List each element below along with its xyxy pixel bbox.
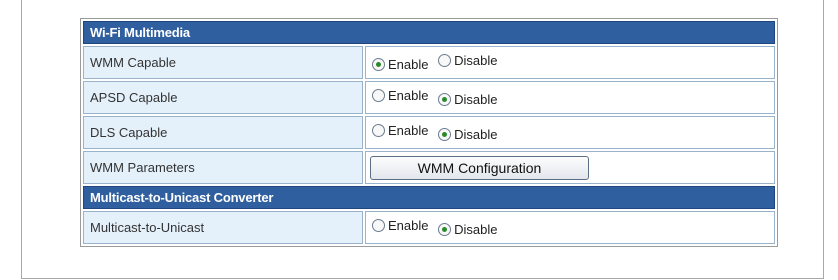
section-title: Multicast-to-Unicast Converter	[83, 186, 775, 209]
wmm-capable-enable-radio[interactable]	[372, 58, 385, 71]
multicast-enable-option[interactable]: Enable	[372, 218, 428, 233]
dls-capable-disable-radio[interactable]	[438, 128, 452, 141]
dls-capable-field: Enable Disable	[365, 116, 775, 149]
apsd-capable-row: APSD Capable Enable Disable	[83, 81, 775, 114]
option-label: Disable	[454, 53, 498, 68]
wmm-capable-disable-radio[interactable]	[438, 54, 452, 67]
option-label: Enable	[388, 218, 429, 233]
option-label: Enable	[388, 57, 429, 72]
option-label: Disable	[454, 92, 498, 107]
wmm-parameters-label: WMM Parameters	[83, 151, 363, 184]
dls-capable-enable-radio[interactable]	[372, 124, 385, 137]
option-label: Enable	[388, 88, 429, 103]
wmm-configuration-button[interactable]: WMM Configuration	[370, 155, 589, 180]
multicast-disable-option[interactable]: Disable	[438, 222, 497, 237]
section-header-wifi-multimedia: Wi-Fi Multimedia	[83, 21, 775, 44]
wmm-capable-disable-option[interactable]: Disable	[438, 53, 497, 68]
multicast-to-unicast-label: Multicast-to-Unicast	[83, 211, 363, 244]
multicast-to-unicast-row: Multicast-to-Unicast Enable Disable	[83, 211, 775, 244]
wmm-capable-enable-option[interactable]: Enable	[372, 57, 428, 72]
wmm-capable-row: WMM Capable Enable Disable	[83, 46, 775, 79]
wmm-parameters-row: WMM Parameters WMM Configuration	[83, 151, 775, 184]
dls-capable-label: DLS Capable	[83, 116, 363, 149]
apsd-capable-label: APSD Capable	[83, 81, 363, 114]
wmm-parameters-field: WMM Configuration	[365, 151, 775, 184]
multicast-to-unicast-field: Enable Disable	[365, 211, 775, 244]
apsd-capable-enable-radio[interactable]	[372, 89, 385, 102]
apsd-capable-enable-option[interactable]: Enable	[372, 88, 428, 103]
option-label: Disable	[454, 127, 498, 142]
section-title: Wi-Fi Multimedia	[83, 21, 775, 44]
option-label: Disable	[454, 222, 498, 237]
wmm-capable-field: Enable Disable	[365, 46, 775, 79]
dls-capable-row: DLS Capable Enable Disable	[83, 116, 775, 149]
section-header-multicast-to-unicast: Multicast-to-Unicast Converter	[83, 186, 775, 209]
dls-capable-enable-option[interactable]: Enable	[372, 123, 428, 138]
apsd-capable-field: Enable Disable	[365, 81, 775, 114]
wmm-settings-table: Wi-Fi Multimedia WMM Capable Enable Disa…	[80, 18, 778, 247]
wmm-capable-label: WMM Capable	[83, 46, 363, 79]
apsd-capable-disable-option[interactable]: Disable	[438, 92, 497, 107]
apsd-capable-disable-radio[interactable]	[438, 93, 452, 106]
option-label: Enable	[388, 123, 429, 138]
multicast-disable-radio[interactable]	[438, 223, 452, 236]
dls-capable-disable-option[interactable]: Disable	[438, 127, 497, 142]
multicast-enable-radio[interactable]	[372, 219, 385, 232]
